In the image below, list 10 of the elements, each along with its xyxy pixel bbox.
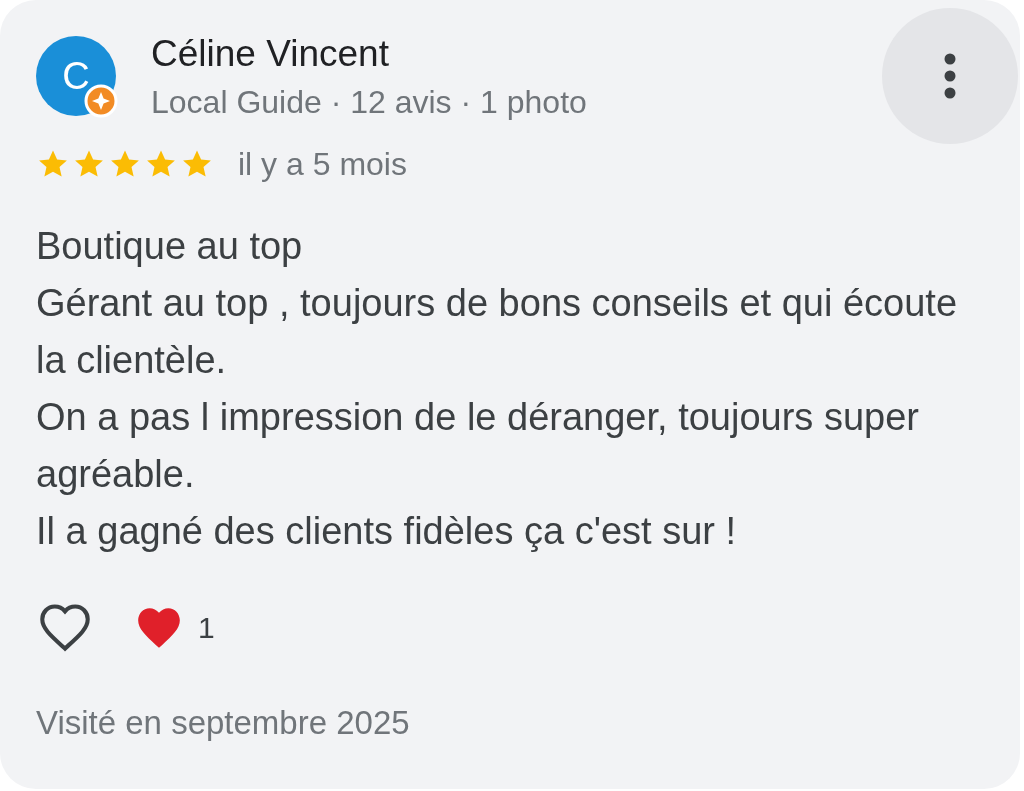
review-text: Boutique au top <box>36 224 304 269</box>
more-icon <box>944 53 956 99</box>
review-text: Gérant au top , toujours de bons conseils et qui écoute la clientèle. <box>36 281 959 383</box>
reviewer-meta: Local Guide · 12 avis · 1 photo <box>151 84 587 120</box>
review-time: il y a 5 mois <box>238 145 407 184</box>
review-text: Il a gagné des clients fidèles ça c'est sur ! <box>36 509 738 554</box>
visit-date: Visité en septembre 2025 <box>36 703 411 743</box>
reaction-count: 1 <box>198 609 215 646</box>
reviewer-name[interactable]: Céline Vincent <box>151 34 587 74</box>
review-text: On a pas l impression de le déranger, toujours super agréable. <box>36 395 920 497</box>
